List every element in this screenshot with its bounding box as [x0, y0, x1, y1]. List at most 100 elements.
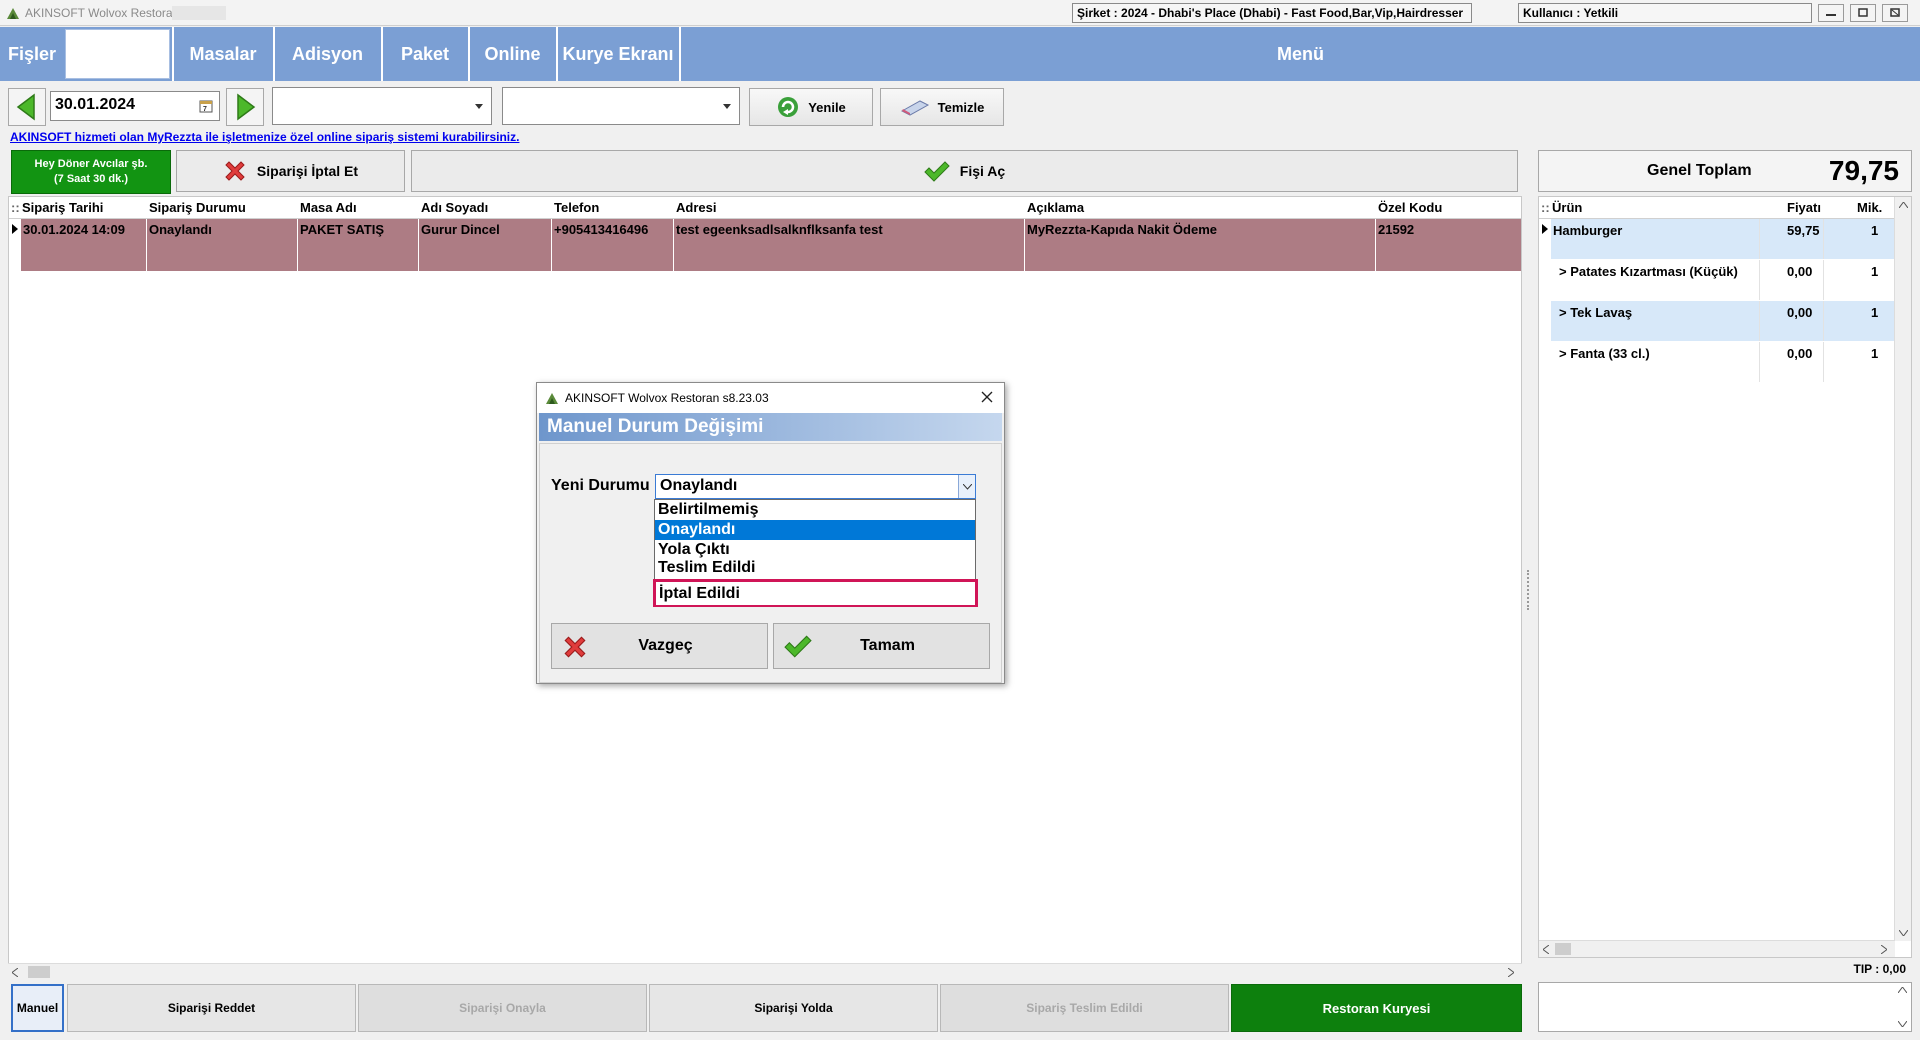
previous-day-button[interactable] [8, 88, 46, 126]
nav-kurye[interactable]: Kurye Ekranı [558, 27, 678, 81]
column-header[interactable]: Adı Soyadı [421, 200, 488, 215]
list-item[interactable]: > Fanta (33 cl.) 0,00 1 [1551, 342, 1895, 382]
window-titlebar: AKINSOFT Wolvox Restoran Şirket : 2024 -… [0, 0, 1920, 26]
scroll-right-icon[interactable] [1881, 945, 1887, 954]
restaurant-courier-button[interactable]: Restoran Kuryesi [1231, 984, 1522, 1032]
order-customer: Gurur Dincel [421, 222, 500, 237]
app-logo-icon [546, 393, 558, 404]
next-day-button[interactable] [226, 88, 264, 126]
option-delivered[interactable]: Teslim Edildi [655, 558, 975, 572]
open-receipt-button[interactable]: Fişi Aç [411, 150, 1518, 192]
column-header[interactable]: Sipariş Durumu [149, 200, 246, 215]
approve-order-button[interactable]: Siparişi Onayla [358, 984, 647, 1032]
scroll-left-icon[interactable] [12, 968, 18, 977]
scroll-up-icon[interactable] [1899, 202, 1908, 208]
dialog-titlebar: AKINSOFT Wolvox Restoran s8.23.03 [537, 383, 1004, 413]
column-header[interactable]: Sipariş Tarihi [22, 200, 103, 215]
cell-divider [1024, 219, 1025, 271]
column-header[interactable]: Açıklama [1027, 200, 1084, 215]
column-header[interactable]: Mik. [1857, 200, 1882, 215]
item-name: > Tek Lavaş [1559, 305, 1633, 320]
nav-fisler[interactable]: Fişler [0, 27, 64, 81]
order-on-way-button[interactable]: Siparişi Yolda [649, 984, 938, 1032]
order-date: 30.01.2024 14:09 [23, 222, 125, 237]
reject-order-button[interactable]: Siparişi Reddet [67, 984, 356, 1032]
list-item[interactable]: > Tek Lavaş 0,00 1 [1551, 301, 1895, 341]
date-field[interactable]: 30.01.2024 7 [50, 91, 220, 121]
order-note-box[interactable] [1538, 982, 1912, 1032]
dialog-ok-button[interactable]: Tamam [773, 623, 990, 669]
column-header[interactable]: Özel Kodu [1378, 200, 1442, 215]
nav-adisyon[interactable]: Adisyon [275, 27, 380, 81]
item-name: > Patates Kızartması (Küçük) [1559, 264, 1738, 279]
manual-status-dialog: AKINSOFT Wolvox Restoran s8.23.03 Manuel… [536, 382, 1005, 684]
orders-horizontal-scrollbar[interactable] [8, 963, 1522, 980]
dropdown-toggle[interactable] [958, 475, 975, 498]
order-delivered-button[interactable]: Sipariş Teslim Edildi [940, 984, 1229, 1032]
column-header[interactable]: Telefon [554, 200, 599, 215]
close-window-button[interactable] [1882, 4, 1908, 22]
cancel-order-button[interactable]: Siparişi İptal Et [176, 150, 405, 192]
app-title: AKINSOFT Wolvox Restoran [25, 6, 180, 20]
nav-blank-tab[interactable] [65, 29, 170, 79]
manual-status-button[interactable]: Manuel [11, 984, 64, 1032]
nav-paket[interactable]: Paket [383, 27, 467, 81]
calendar-icon[interactable]: 7 [199, 99, 213, 113]
item-price: 0,00 [1787, 305, 1813, 320]
item-name: Hamburger [1553, 223, 1623, 238]
filter-combo-1[interactable] [272, 87, 492, 125]
grand-total-label: Genel Toplam [1647, 162, 1752, 179]
column-header[interactable]: Ürün [1552, 200, 1582, 215]
option-cancelled[interactable]: İptal Edildi [656, 583, 975, 605]
scroll-thumb[interactable] [1555, 943, 1571, 955]
table-row[interactable]: 30.01.2024 14:09 Onaylandı PAKET SATIŞ G… [21, 219, 1521, 271]
date-value: 30.01.2024 [55, 96, 136, 113]
panel-splitter[interactable] [1527, 570, 1530, 610]
maximize-button[interactable] [1850, 4, 1876, 22]
scroll-left-icon[interactable] [1543, 945, 1549, 954]
option-unspecified[interactable]: Belirtilmemiş [655, 500, 975, 520]
red-x-icon [225, 161, 245, 181]
items-horizontal-scrollbar[interactable] [1539, 940, 1895, 957]
open-receipt-label: Fişi Aç [959, 163, 1006, 179]
cell-divider [551, 219, 552, 271]
restaurant-status-button[interactable]: Hey Döner Avcılar şb. (7 Saat 30 dk.) [11, 150, 171, 194]
column-header[interactable]: Masa Adı [300, 200, 357, 215]
nav-online[interactable]: Online [470, 27, 555, 81]
nav-masalar[interactable]: Masalar [174, 27, 272, 81]
order-code: 21592 [1378, 222, 1415, 237]
grand-total-panel: Genel Toplam 79,75 [1538, 150, 1912, 192]
cell-divider [673, 219, 674, 271]
green-check-icon [924, 161, 950, 182]
scroll-thumb[interactable] [28, 966, 50, 978]
list-item[interactable]: Hamburger 59,75 1 [1551, 219, 1895, 259]
new-status-label: Yeni Durumu [551, 477, 650, 494]
order-items-grid: :: Ürün Fiyatı Mik. Hamburger 59,75 1 > … [1538, 196, 1912, 958]
option-cancelled-highlight[interactable]: İptal Edildi [653, 579, 978, 607]
order-table: PAKET SATIŞ [300, 222, 385, 237]
item-qty: 1 [1871, 305, 1879, 320]
scroll-down-icon[interactable] [1899, 930, 1908, 936]
refresh-button[interactable]: Yenile [749, 88, 873, 126]
option-approved[interactable]: Onaylandı [655, 520, 975, 540]
list-item[interactable]: > Patates Kızartması (Küçük) 0,00 1 [1551, 260, 1895, 300]
filter-combo-2[interactable] [502, 87, 740, 125]
myrezzta-info-link[interactable]: AKINSOFT hizmeti olan MyRezzta ile işlet… [10, 130, 519, 144]
close-icon[interactable] [978, 388, 996, 406]
minimize-button[interactable] [1818, 4, 1844, 22]
dialog-cancel-button[interactable]: Vazgeç [551, 623, 768, 669]
scroll-up-icon[interactable] [1898, 987, 1907, 993]
clear-button[interactable]: Temizle [880, 88, 1004, 126]
new-status-select[interactable]: Onaylandı [655, 474, 976, 499]
scroll-right-icon[interactable] [1508, 968, 1514, 977]
user-info: Kullanıcı : Yetkili [1518, 3, 1812, 23]
option-on-the-way[interactable]: Yola Çıktı [655, 540, 975, 560]
column-header[interactable]: Fiyatı [1787, 200, 1821, 215]
nav-menu[interactable]: Menü [681, 27, 1920, 81]
items-vertical-scrollbar[interactable] [1894, 197, 1911, 941]
scroll-down-icon[interactable] [1898, 1021, 1907, 1027]
column-header[interactable]: Adresi [676, 200, 716, 215]
refresh-icon [778, 97, 799, 117]
new-status-value: Onaylandı [660, 477, 738, 494]
restore-icon [1858, 8, 1868, 17]
